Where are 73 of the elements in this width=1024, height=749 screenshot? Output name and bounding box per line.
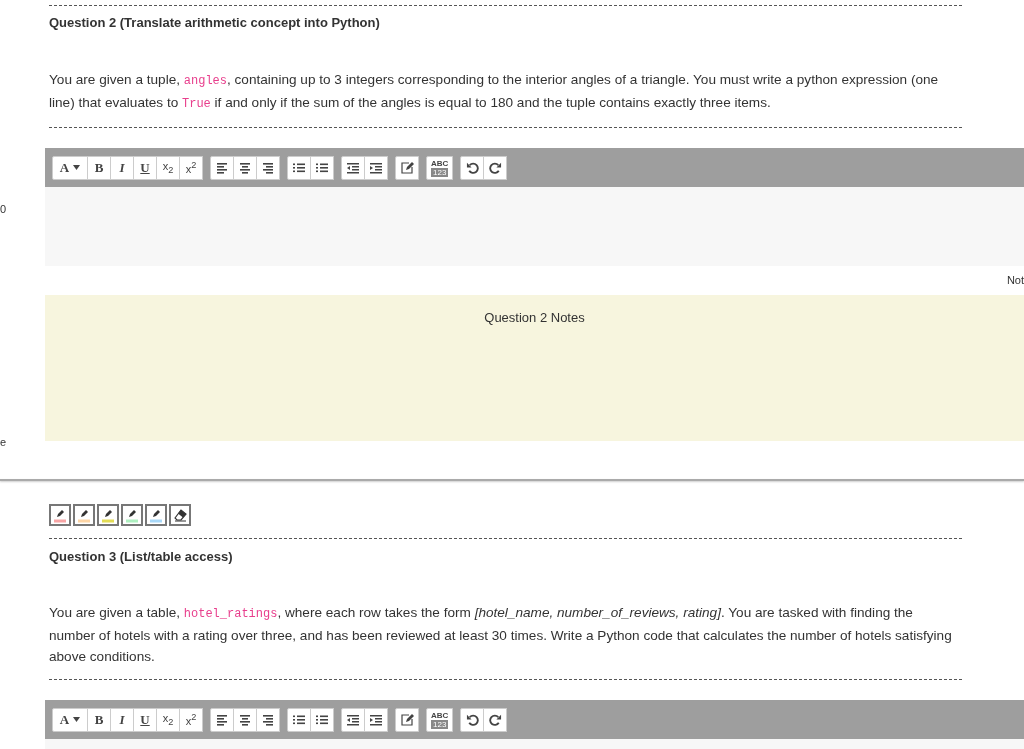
pencil-icon [124, 507, 140, 523]
align-right-button[interactable] [256, 155, 280, 180]
bold-button[interactable]: B [87, 155, 111, 180]
indent-icon [369, 160, 383, 175]
align-center-icon [238, 160, 252, 175]
align-left-button[interactable] [210, 155, 234, 180]
outdent-icon [346, 160, 360, 175]
edit-button[interactable] [395, 155, 419, 180]
highlighter-button[interactable] [49, 504, 71, 526]
undo-button[interactable] [460, 155, 485, 180]
align-center-icon [238, 712, 252, 727]
script-button[interactable]: x$_{2}$ [156, 155, 180, 180]
undo-button[interactable] [460, 707, 485, 732]
indent-button[interactable] [364, 155, 388, 180]
align-left-button[interactable] [210, 707, 234, 732]
font-color-button[interactable]: A [52, 707, 88, 732]
script-button[interactable]: x$_{2}$ [156, 707, 180, 732]
question-text: You are given a tuple, angles, containing up to 3 integers corresponding to the interior angles of a triangle. You must write a python expression (one line) that evaluates to True if and only if the sum of the angles is equal to 180 and the tuple contains exactly three items. [49, 71, 940, 113]
eraser-button[interactable] [169, 504, 191, 526]
script-button[interactable]: x$^{2}$ [179, 155, 203, 180]
notes-label: Not [1006, 274, 1024, 287]
highlighter-button[interactable] [73, 504, 95, 526]
outdent-button[interactable] [341, 707, 365, 732]
script-button[interactable]: x$^{2}$ [179, 707, 203, 732]
indent-icon [369, 712, 383, 727]
undo-icon [465, 161, 479, 174]
bullet-list-button[interactable] [287, 155, 311, 180]
font-color-button[interactable]: A [52, 155, 88, 180]
redo-button[interactable] [483, 707, 508, 732]
question-text: You are given a table, hotel_ratings, where each row takes the form [hotel_name, number_of_reviews, rating]. You are tasked with finding the number of hotels with a rating over three, and has been reviewed at least 30 times. Write a Python code that calculates the number of hotels satisfying above conditions. [49, 604, 953, 666]
question-title: Question 2 (Translate arithmetic concept into Python) [49, 15, 381, 31]
spellcheck-button[interactable]: ABC 123 [426, 155, 454, 180]
question-title: Question 3 (List/table access) [49, 549, 234, 565]
highlighter-button[interactable] [121, 504, 143, 526]
numbered-list-button[interactable] [310, 155, 334, 180]
indent-button[interactable] [364, 707, 388, 732]
highlighter-button[interactable] [97, 504, 119, 526]
redo-icon [488, 713, 502, 726]
pencil-icon [100, 507, 116, 523]
caret-icon [73, 717, 81, 722]
bullet-list-button[interactable] [287, 707, 311, 732]
pencil-icon [52, 507, 68, 523]
outdent-icon [346, 712, 360, 727]
align-right-icon [261, 712, 275, 727]
edit-icon [400, 160, 414, 175]
numbered-list-button[interactable] [310, 707, 334, 732]
align-center-button[interactable] [233, 707, 257, 732]
italic-button[interactable]: I [110, 707, 134, 732]
undo-icon [465, 713, 479, 726]
edit-icon [400, 712, 414, 727]
redo-icon [488, 161, 502, 174]
bold-button[interactable]: B [87, 707, 111, 732]
align-right-icon [261, 160, 275, 175]
cut-off-text: e [0, 436, 6, 449]
highlighter-button[interactable] [145, 504, 167, 526]
align-center-button[interactable] [233, 155, 257, 180]
spellcheck-button[interactable]: ABC 123 [426, 707, 454, 732]
edit-button[interactable] [395, 707, 419, 732]
redo-button[interactable] [483, 155, 508, 180]
align-left-icon [215, 160, 229, 175]
underline-button[interactable]: U [133, 707, 157, 732]
cut-off-text: 0 [0, 203, 6, 216]
notes-box[interactable]: Question 2 Notes [45, 295, 1024, 441]
pencil-icon [148, 507, 164, 523]
notes-title: Question 2 Notes [484, 310, 585, 326]
italic-button[interactable]: I [110, 155, 134, 180]
outdent-button[interactable] [341, 155, 365, 180]
align-left-icon [215, 712, 229, 727]
underline-button[interactable]: U [133, 155, 157, 180]
caret-icon [73, 165, 81, 170]
eraser-icon [172, 507, 188, 523]
pencil-icon [76, 507, 92, 523]
align-right-button[interactable] [256, 707, 280, 732]
